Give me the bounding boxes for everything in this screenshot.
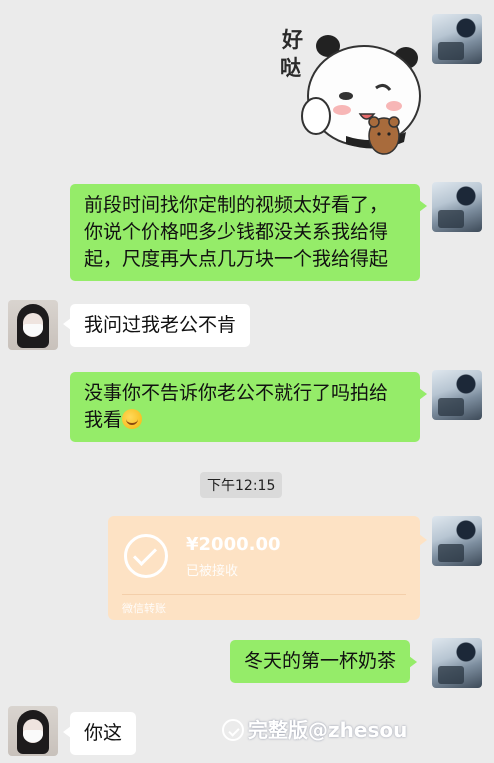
- watermark: 完整版@zhesou: [222, 714, 407, 743]
- message-text: 前段时间找你定制的视频太好看了，你说个价格吧多少钱都没关系我给得起，尺度再大点几…: [84, 194, 389, 270]
- sticker-message[interactable]: 好 哒: [276, 18, 424, 166]
- check-circle-icon: [124, 534, 168, 578]
- watermark-text: 完整版@zhesou: [248, 718, 408, 742]
- my-avatar[interactable]: [432, 182, 482, 232]
- message-timestamp: 下午12:15: [200, 472, 283, 498]
- transfer-footer: 微信转账: [122, 602, 166, 615]
- sticker-text-line1: 好: [282, 28, 303, 52]
- received-message-bubble[interactable]: 你这: [62, 712, 137, 755]
- contact-avatar[interactable]: [8, 706, 58, 756]
- message-text: 冬天的第一杯奶茶: [244, 650, 397, 672]
- watermark-logo-icon: [222, 719, 244, 741]
- transfer-divider: [122, 594, 406, 595]
- message-text: 你这: [84, 722, 123, 744]
- transfer-card[interactable]: ¥2000.00 已被接收 微信转账: [108, 516, 427, 620]
- sent-message-bubble[interactable]: 前段时间找你定制的视频太好看了，你说个价格吧多少钱都没关系我给得起，尺度再大点几…: [70, 184, 427, 281]
- sent-message-bubble[interactable]: 冬天的第一杯奶茶: [230, 640, 418, 683]
- my-avatar[interactable]: [432, 638, 482, 688]
- transfer-amount: ¥2000.00: [186, 534, 281, 555]
- avatar-mask: [23, 730, 43, 742]
- laughing-emoji-icon: [122, 409, 143, 429]
- sent-message-bubble[interactable]: 没事你不告诉你老公不就行了吗拍给我看: [70, 372, 427, 442]
- received-message-bubble[interactable]: 我问过我老公不肯: [62, 304, 251, 347]
- avatar-mask: [23, 324, 43, 336]
- transfer-status: 已被接收: [186, 564, 239, 579]
- sticker-text-line2: 哒: [280, 56, 301, 80]
- my-avatar[interactable]: [432, 516, 482, 566]
- message-text: 我问过我老公不肯: [84, 314, 237, 336]
- contact-avatar[interactable]: [8, 300, 58, 350]
- my-avatar[interactable]: [432, 370, 482, 420]
- my-avatar[interactable]: [432, 14, 482, 64]
